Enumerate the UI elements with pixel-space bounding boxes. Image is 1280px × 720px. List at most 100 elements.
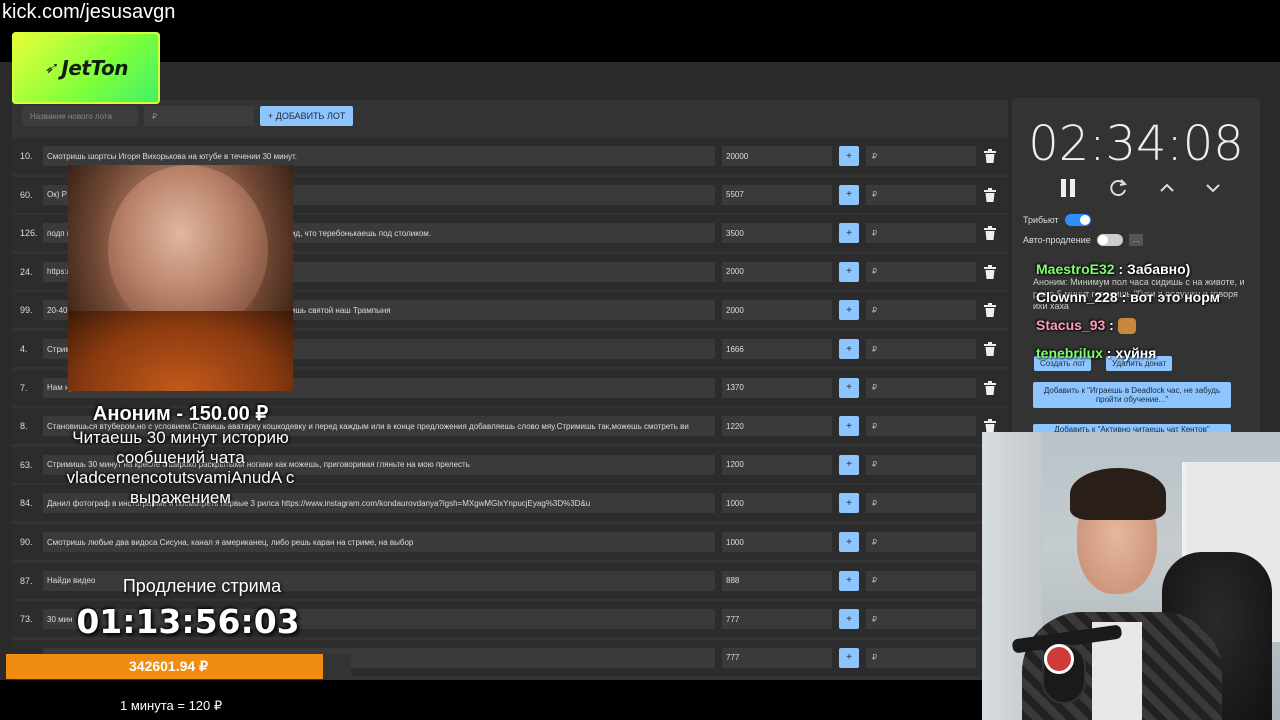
lot-amount-input[interactable]: 1220 bbox=[722, 416, 832, 437]
lot-amount-input[interactable]: 1370 bbox=[722, 377, 832, 398]
add-amount-input[interactable]: ₽ bbox=[866, 300, 976, 321]
extension-label: Продление стрима bbox=[122, 576, 282, 596]
donation-message: Читаешь 30 минут историю сообщений чата … bbox=[66, 428, 295, 507]
add-amount-input[interactable]: ₽ bbox=[866, 647, 976, 668]
rate-text: 1 минута = 120 ₽ bbox=[120, 698, 223, 713]
add-amount-button[interactable]: + bbox=[839, 493, 859, 514]
chat-separator: : bbox=[1117, 289, 1131, 305]
auto-extend-label: Авто-продление bbox=[1023, 235, 1091, 245]
lot-amount-input[interactable]: 3500 bbox=[722, 223, 832, 244]
chat-message: tenebrilux : хуйня bbox=[1036, 344, 1280, 372]
add-amount-input[interactable]: ₽ bbox=[866, 570, 976, 591]
add-amount-button[interactable]: + bbox=[839, 146, 859, 166]
chat-username: MaestroE32 bbox=[1036, 261, 1115, 277]
lot-amount-input[interactable]: 20000 bbox=[722, 146, 832, 166]
trash-icon[interactable] bbox=[984, 264, 996, 279]
lot-amount-input[interactable]: 1000 bbox=[722, 493, 832, 514]
chat-text: вот это норм bbox=[1130, 289, 1220, 305]
add-amount-input[interactable]: ₽ bbox=[866, 223, 976, 244]
mic-flag bbox=[1044, 644, 1074, 674]
add-amount-button[interactable]: + bbox=[839, 377, 859, 398]
lot-number: 60. bbox=[20, 189, 33, 200]
lot-amount-input[interactable]: 777 bbox=[722, 647, 832, 668]
auto-extend-settings-button[interactable]: ... bbox=[1128, 234, 1144, 246]
chat-message: MaestroE32 : Забавно) bbox=[1036, 260, 1280, 288]
lot-number: 8. bbox=[20, 421, 28, 432]
chat-separator: : bbox=[1102, 345, 1116, 361]
auto-extend-row: Авто-продление ... bbox=[1023, 234, 1144, 246]
add-amount-input[interactable]: ₽ bbox=[866, 339, 976, 359]
add-amount-button[interactable]: + bbox=[839, 609, 859, 630]
tribute-toggle[interactable] bbox=[1064, 214, 1091, 226]
add-amount-input[interactable]: ₽ bbox=[866, 261, 976, 282]
lot-description-input[interactable]: Смотришь любые два видоса Сисуна, канал … bbox=[43, 532, 715, 552]
lot-amount-input[interactable]: 1000 bbox=[722, 532, 832, 552]
add-amount-button[interactable]: + bbox=[839, 454, 859, 475]
webcam-streamer-hair bbox=[1070, 468, 1166, 520]
add-amount-input[interactable]: ₽ bbox=[866, 609, 976, 630]
stream-url: kick.com/jesusavgn bbox=[2, 1, 176, 23]
lot-number: 24. bbox=[20, 266, 33, 277]
add-amount-input[interactable]: ₽ bbox=[866, 377, 976, 398]
lot-amount-input[interactable]: 888 bbox=[722, 570, 832, 591]
trash-icon[interactable] bbox=[984, 380, 996, 395]
jet-icon: ➶ bbox=[43, 60, 58, 77]
lot-number: 10. bbox=[20, 151, 33, 161]
chat-message: Clownn_228 : вот это норм bbox=[1036, 288, 1280, 316]
trash-icon[interactable] bbox=[984, 149, 996, 163]
emote-icon bbox=[1117, 318, 1136, 335]
donation-donor: Аноним - 150.00 ₽ bbox=[92, 403, 269, 425]
donation-image bbox=[68, 165, 293, 391]
new-lot-amount-input[interactable]: ₽ bbox=[144, 106, 254, 126]
add-amount-button[interactable]: + bbox=[839, 570, 859, 591]
webcam bbox=[982, 432, 1280, 720]
add-amount-input[interactable]: ₽ bbox=[866, 416, 976, 437]
add-lot-button[interactable]: + ДОБАВИТЬ ЛОТ bbox=[260, 106, 354, 126]
logo-text: JetTon bbox=[61, 56, 128, 80]
lot-amount-input[interactable]: 2000 bbox=[722, 261, 832, 282]
tribute-row: Трибьют bbox=[1023, 214, 1091, 226]
lot-number: 73. bbox=[20, 614, 33, 625]
lot-number: 90. bbox=[20, 537, 33, 547]
add-amount-button[interactable]: + bbox=[839, 223, 859, 244]
lot-amount-input[interactable]: 1200 bbox=[722, 454, 832, 475]
add-amount-button[interactable]: + bbox=[839, 261, 859, 282]
add-amount-button[interactable]: + bbox=[839, 184, 859, 205]
lot-amount-input[interactable]: 2000 bbox=[722, 300, 832, 321]
add-amount-button[interactable]: + bbox=[839, 647, 859, 668]
lot-number: 7. bbox=[20, 382, 28, 393]
add-amount-input[interactable]: ₽ bbox=[866, 454, 976, 475]
add-amount-button[interactable]: + bbox=[839, 339, 859, 359]
add-amount-input[interactable]: ₽ bbox=[866, 184, 976, 205]
add-amount-input[interactable]: ₽ bbox=[866, 532, 976, 552]
trash-icon[interactable] bbox=[984, 187, 996, 202]
lot-number: 63. bbox=[20, 459, 33, 470]
lot-number: 87. bbox=[20, 575, 33, 586]
chat-text: хуйня bbox=[1115, 345, 1157, 361]
timer-controls bbox=[1060, 178, 1220, 198]
add-amount-button[interactable]: + bbox=[839, 532, 859, 552]
trash-icon[interactable] bbox=[984, 226, 996, 241]
add-amount-input[interactable]: ₽ bbox=[866, 493, 976, 514]
lot-number: 4. bbox=[20, 344, 28, 354]
trash-icon[interactable] bbox=[984, 303, 996, 318]
add-amount-button[interactable]: + bbox=[839, 300, 859, 321]
add-amount-input[interactable]: ₽ bbox=[866, 146, 976, 166]
lot-amount-input[interactable]: 5507 bbox=[722, 184, 832, 205]
donation-face bbox=[108, 165, 268, 335]
auto-extend-toggle[interactable] bbox=[1096, 234, 1123, 246]
chevron-up-icon[interactable] bbox=[1160, 183, 1174, 193]
lot-description-input[interactable]: Смотришь шортсы Игоря Вихорькова на ютуб… bbox=[43, 146, 715, 166]
add-amount-button[interactable]: + bbox=[839, 416, 859, 437]
new-lot-name-input[interactable]: Название нового лота bbox=[22, 106, 138, 126]
lot-amount-input[interactable]: 777 bbox=[722, 609, 832, 630]
trash-icon[interactable] bbox=[984, 342, 996, 356]
pause-icon[interactable] bbox=[1060, 179, 1076, 197]
lot-amount-input[interactable]: 1666 bbox=[722, 339, 832, 359]
chevron-down-icon[interactable] bbox=[1206, 183, 1220, 193]
add-to-lot-button-1[interactable]: Добавить к "Играешь в Deadlock час, не з… bbox=[1033, 382, 1231, 408]
reset-icon[interactable] bbox=[1108, 178, 1128, 198]
extension-timer: 01:13:56:03 bbox=[76, 602, 300, 641]
chat-overlay: MaestroE32 : Забавно) Clownn_228 : вот э… bbox=[1036, 260, 1280, 372]
tribute-label: Трибьют bbox=[1023, 215, 1059, 225]
